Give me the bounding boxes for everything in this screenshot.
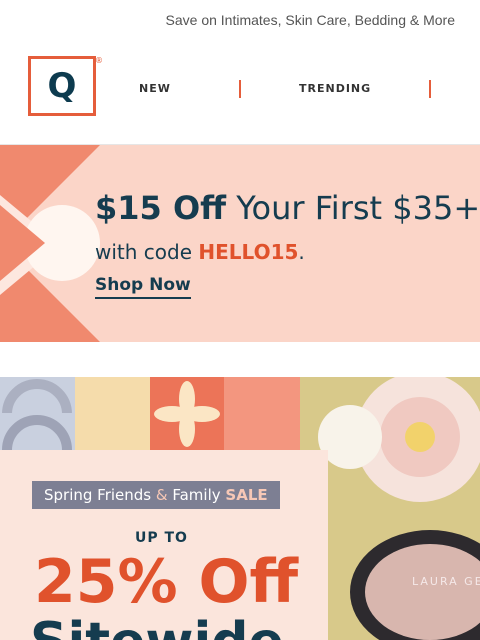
sale-tag-part1: Spring Friends	[44, 486, 156, 504]
product-brand-text: LAURA GELLER	[412, 575, 480, 588]
promo-headline-rest: Your First $35+ O	[236, 189, 480, 227]
sale-tag-part2: Family	[167, 486, 226, 504]
sitewide-label: Sitewide	[30, 612, 284, 640]
sale-tag-amp: &	[155, 486, 168, 504]
site-header: Q ® NEW TRENDING	[0, 40, 480, 145]
sale-tag: Spring Friends & Family SALE	[32, 481, 280, 509]
sale-tag-sale: SALE	[225, 486, 268, 504]
promo-sub-suffix: .	[298, 240, 305, 264]
promo-code: HELLO15	[198, 240, 299, 264]
nav-trending[interactable]: TRENDING	[299, 82, 371, 95]
nav-separator	[429, 80, 431, 98]
promo-headline: $15 Off Your First $35+ O	[95, 189, 480, 227]
shop-now-link[interactable]: Shop Now	[95, 275, 191, 299]
promo-subline: with code HELLO15.	[95, 240, 305, 264]
promo-sub-prefix: with code	[95, 240, 199, 264]
nav-separator	[239, 80, 241, 98]
logo-letter: Q	[47, 66, 77, 106]
top-banner-text[interactable]: Save on Intimates, Skin Care, Bedding & …	[166, 12, 455, 28]
registered-mark: ®	[95, 56, 103, 65]
nav-new[interactable]: NEW	[139, 82, 171, 95]
top-promo-banner[interactable]: Save on Intimates, Skin Care, Bedding & …	[0, 0, 480, 40]
spring-sale-hero[interactable]: Spring Friends & Family SALE UP TO 25% O…	[0, 377, 480, 640]
discount-headline: 25% Off	[34, 547, 299, 617]
first-order-promo-banner[interactable]: $15 Off Your First $35+ O with code HELL…	[0, 145, 480, 342]
section-gap	[0, 343, 480, 377]
up-to-label: UP TO	[135, 530, 188, 546]
qvc-logo[interactable]: Q	[28, 56, 96, 116]
promo-headline-bold: $15 Off	[95, 189, 227, 227]
